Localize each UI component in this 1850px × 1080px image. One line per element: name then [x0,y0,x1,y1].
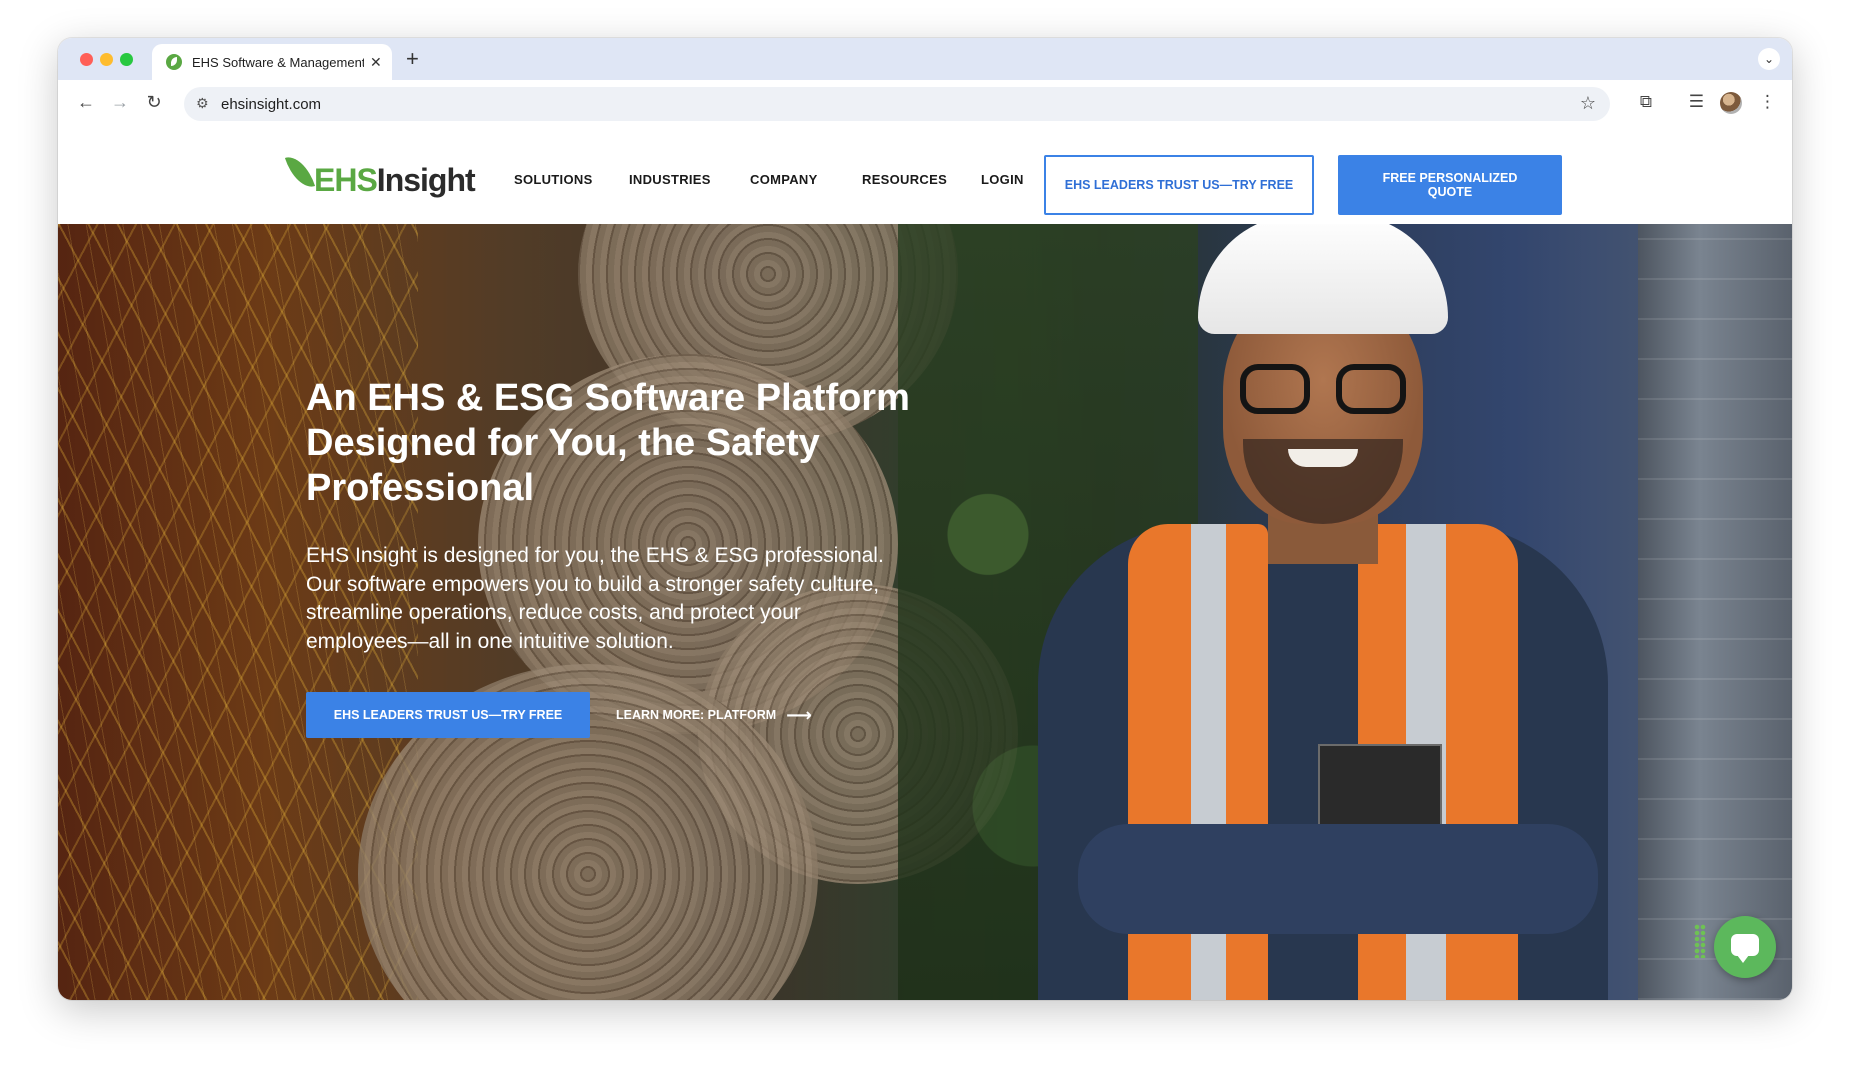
browser-toolbar: ← → ↻ ⚙ ehsinsight.com ☆ ⧉ ☰ ⋮ [58,80,1792,129]
chat-drag-handle[interactable] [1694,924,1706,958]
url-text[interactable]: ehsinsight.com [221,96,321,113]
maximize-window-button[interactable] [120,53,133,66]
reload-icon[interactable]: ↻ [142,92,166,113]
hero-description: EHS Insight is designed for you, the EHS… [306,544,884,653]
ehs-insight-logo[interactable]: EHSInsight [284,150,476,202]
close-window-button[interactable] [80,53,93,66]
browser-window: EHS Software & Management ✕ + ⌄ ← → ↻ ⚙ … [58,38,1792,1000]
hero-title: An EHS & ESG Software Platform Designed … [306,377,910,509]
tab-search-chevron-icon[interactable]: ⌄ [1758,48,1780,70]
try-free-header-button[interactable]: EHS LEADERS TRUST US—TRY FREE [1044,155,1314,215]
address-bar[interactable]: ⚙ ehsinsight.com ☆ [184,87,1610,121]
hero-bg-industrial-tower [1638,224,1792,1000]
try-free-hero-button[interactable]: EHS LEADERS TRUST US—TRY FREE [306,692,590,738]
profile-avatar[interactable] [1720,92,1742,114]
extensions-icon[interactable]: ⧉ [1640,92,1652,112]
back-arrow-icon[interactable]: ← [74,92,98,113]
nav-company[interactable]: COMPANY [750,172,818,187]
nav-solutions[interactable]: SOLUTIONS [514,172,593,187]
logo-text: EHSInsight [314,162,476,198]
more-menu-icon[interactable]: ⋮ [1759,92,1776,112]
forward-arrow-icon[interactable]: → [108,92,132,113]
free-quote-button[interactable]: FREE PERSONALIZED QUOTE [1338,155,1562,215]
learn-more-label: LEARN MORE: PLATFORM [616,708,777,722]
tab-close-icon[interactable]: ✕ [370,54,382,71]
hero-worker-image [1018,224,1618,1000]
arrow-right-icon: ⟶ [786,705,812,725]
reading-list-icon[interactable]: ☰ [1689,92,1704,112]
nav-login[interactable]: LOGIN [981,172,1024,187]
hero-section: An EHS & ESG Software Platform Designed … [58,224,1792,1000]
nav-resources[interactable]: RESOURCES [862,172,947,187]
learn-more-platform-link[interactable]: LEARN MORE: PLATFORM ⟶ [616,705,812,725]
new-tab-button[interactable]: + [406,46,419,72]
site-favicon-icon [166,54,182,70]
tab-strip: EHS Software & Management ✕ + ⌄ [58,38,1792,80]
star-icon[interactable]: ☆ [1580,93,1596,114]
nav-industries[interactable]: INDUSTRIES [629,172,711,187]
leaf-logo-icon [284,151,316,193]
minimize-window-button[interactable] [100,53,113,66]
chat-widget-button[interactable] [1714,916,1776,978]
browser-tab-active[interactable]: EHS Software & Management ✕ [152,44,392,80]
tab-title: EHS Software & Management [192,54,364,70]
chat-bubble-icon [1731,934,1759,963]
site-header: EHSInsight SOLUTIONS INDUSTRIES COMPANY … [58,128,1792,224]
site-info-icon[interactable]: ⚙ [196,95,209,112]
